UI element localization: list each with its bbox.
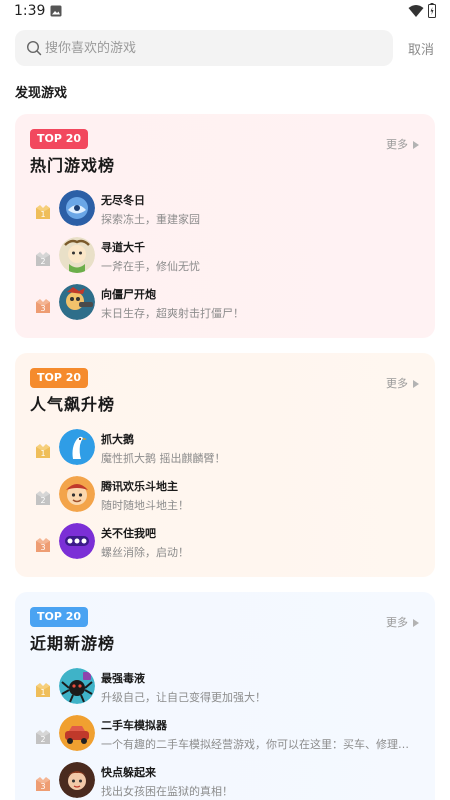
svg-text:1: 1 [40,449,45,458]
game-name: 腾讯欢乐斗地主 [101,480,178,493]
game-avatar-icon [59,284,95,320]
game-desc: 螺丝消除，启动！ [101,546,189,559]
section-title: 发现游戏 [15,86,68,101]
game-row[interactable]: 1 最强毒液 升级自己，让自己变得更加强大！ [30,668,420,708]
card-title: 人气飙升榜 [30,395,116,414]
rank-3-icon: 3 [36,777,50,791]
svg-text:2: 2 [40,257,45,266]
rank-3-icon: 3 [36,538,50,552]
game-avatar-icon [59,762,95,798]
game-desc: 一个有趣的二手车模拟经营游戏，你可以在这里：买车、修理、改装、卖车 [101,738,411,751]
game-row[interactable]: 1 无尽冬日 探索冻土，重建家园 [30,190,420,230]
game-desc: 升级自己，让自己变得更加强大！ [101,691,266,704]
game-desc: 一斧在手，修仙无忧 [101,260,200,273]
game-name: 寻道大千 [101,241,145,254]
rank-1-icon: 1 [36,683,50,697]
play-arrow-icon [413,380,419,388]
search-icon [26,40,42,56]
more-button[interactable]: 更多 [386,136,419,152]
new-games-card: TOP 20 近期新游榜 更多 1 最强毒液 升级自己，让自己变得更加强大！ 2 [15,592,435,800]
svg-text:3: 3 [40,304,45,313]
top20-badge: TOP 20 [30,129,89,149]
cancel-button[interactable]: 取消 [408,39,434,58]
top20-badge: TOP 20 [30,607,89,627]
svg-text:1: 1 [40,210,45,219]
game-row[interactable]: 2 寻道大千 一斧在手，修仙无忧 [30,237,420,277]
game-name: 最强毒液 [101,672,145,685]
game-desc: 找出女孩困在监狱的真相！ [101,785,233,798]
game-name: 向僵尸开炮 [101,288,156,301]
game-row[interactable]: 1 抓大鹅 魔性抓大鹅 摇出麒麟臂！ [30,429,420,469]
status-time: 1:39 [14,3,46,19]
game-avatar-icon [59,476,95,512]
hot-games-card: TOP 20 热门游戏榜 更多 1 无尽冬日 探索冻土，重建家园 2 寻道大千 … [15,114,435,338]
search-row: 取消 [15,30,435,66]
image-notification-icon [50,5,62,17]
game-row[interactable]: 2 二手车模拟器 一个有趣的二手车模拟经营游戏，你可以在这里：买车、修理、改装、… [30,715,420,755]
game-row[interactable]: 3 关不住我吧 螺丝消除，启动！ [30,523,420,563]
card-title: 热门游戏榜 [30,156,116,175]
more-button[interactable]: 更多 [386,614,419,630]
game-desc: 随时随地斗地主！ [101,499,189,512]
card-title: 近期新游榜 [30,634,116,653]
more-label: 更多 [386,616,408,629]
rank-2-icon: 2 [36,730,50,744]
svg-text:1: 1 [40,688,45,697]
game-avatar-icon [59,190,95,226]
game-row[interactable]: 3 快点躲起来 找出女孩困在监狱的真相！ [30,762,420,800]
game-desc: 末日生存，超爽射击打僵尸！ [101,307,244,320]
search-box[interactable] [15,30,393,66]
game-row[interactable]: 3 向僵尸开炮 末日生存，超爽射击打僵尸！ [30,284,420,324]
game-name: 快点躲起来 [101,766,156,779]
search-input[interactable] [45,30,375,66]
top20-badge: TOP 20 [30,368,89,388]
game-name: 抓大鹅 [101,433,134,446]
battery-icon [428,3,436,18]
svg-text:2: 2 [40,496,45,505]
play-arrow-icon [413,619,419,627]
game-avatar-icon [59,429,95,465]
game-avatar-icon [59,715,95,751]
more-label: 更多 [386,377,408,390]
more-button[interactable]: 更多 [386,375,419,391]
game-desc: 魔性抓大鹅 摇出麒麟臂！ [101,452,226,465]
rank-1-icon: 1 [36,205,50,219]
game-row[interactable]: 2 腾讯欢乐斗地主 随时随地斗地主！ [30,476,420,516]
game-desc: 探索冻土，重建家园 [101,213,200,226]
rank-3-icon: 3 [36,299,50,313]
game-avatar-icon [59,523,95,559]
game-name: 关不住我吧 [101,527,156,540]
rank-1-icon: 1 [36,444,50,458]
game-name: 无尽冬日 [101,194,145,207]
wifi-icon [408,5,424,17]
svg-text:2: 2 [40,735,45,744]
game-avatar-icon [59,237,95,273]
game-name: 二手车模拟器 [101,719,167,732]
rank-2-icon: 2 [36,252,50,266]
svg-text:3: 3 [40,782,45,791]
play-arrow-icon [413,141,419,149]
svg-text:3: 3 [40,543,45,552]
status-bar: 1:39 [0,0,450,24]
more-label: 更多 [386,138,408,151]
rank-2-icon: 2 [36,491,50,505]
game-avatar-icon [59,668,95,704]
trending-games-card: TOP 20 人气飙升榜 更多 1 抓大鹅 魔性抓大鹅 摇出麒麟臂！ 2 腾讯欢… [15,353,435,577]
